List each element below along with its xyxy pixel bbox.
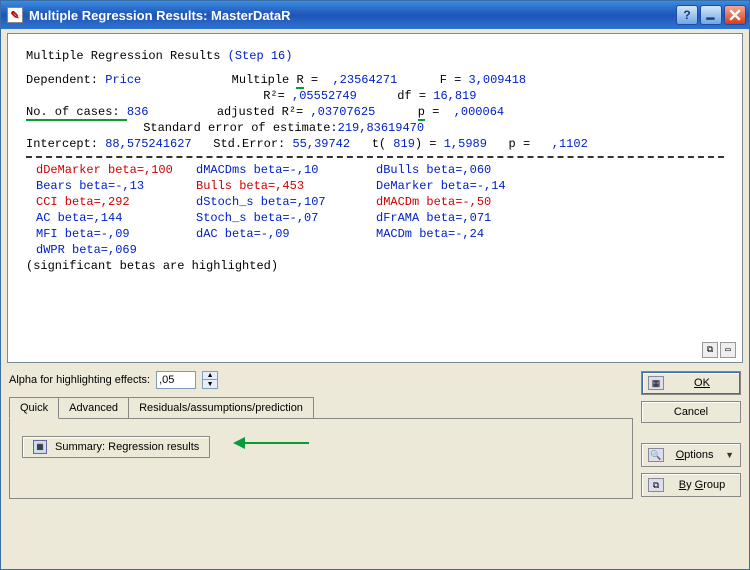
window-title: Multiple Regression Results: MasterDataR — [29, 8, 676, 23]
multiple-r-label: Multiple R = — [232, 73, 333, 89]
adj-r2-label: adjusted R²= — [217, 105, 311, 119]
tab-residuals[interactable]: Residuals/assumptions/prediction — [128, 397, 314, 418]
dependent-value: Price — [105, 73, 141, 87]
titlebar: ✎ Multiple Regression Results: MasterDat… — [1, 1, 749, 29]
beta-cell — [376, 242, 556, 258]
t-df: 819 — [393, 137, 415, 151]
summary-button-label: Summary: Regression results — [55, 441, 199, 453]
alpha-spinner[interactable]: ▲ ▼ — [202, 371, 218, 389]
tab-quick[interactable]: Quick — [9, 397, 59, 419]
bygroup-button[interactable]: ⧉ By Group — [641, 473, 741, 497]
significance-note: (significant betas are highlighted) — [26, 258, 724, 274]
stderr-est-label: Standard error of estimate: — [143, 121, 337, 135]
results-text-area: Multiple Regression Results (Step 16) De… — [7, 33, 743, 363]
stderr-est-value: 219,83619470 — [338, 121, 424, 135]
beta-cell: dFrAMA beta=,071 — [376, 210, 556, 226]
summary-regression-button[interactable]: ▦ Summary: Regression results — [22, 436, 210, 458]
r-squared-value: ,05552749 — [292, 89, 357, 103]
left-panel: Alpha for highlighting effects: ▲ ▼ Quic… — [9, 371, 633, 561]
options-label: Options — [670, 449, 719, 461]
alpha-row: Alpha for highlighting effects: ▲ ▼ — [9, 371, 633, 389]
beta-cell: MACDm beta=-,24 — [376, 226, 556, 242]
beta-cell: DeMarker beta=-,14 — [376, 178, 556, 194]
r-squared-label: R²= — [263, 89, 292, 103]
spinner-down-icon[interactable]: ▼ — [203, 380, 217, 388]
intercept-value: 88,575241627 — [105, 137, 191, 151]
copy-icon[interactable]: ⧉ — [702, 342, 718, 358]
heading-step: (Step 16) — [228, 49, 293, 63]
spreadsheet-icon: ▦ — [648, 376, 664, 390]
beta-cell: dStoch_s beta=,107 — [196, 194, 376, 210]
p2-label: p = — [509, 137, 538, 151]
df-label: df = — [397, 89, 433, 103]
alpha-input[interactable] — [156, 371, 196, 389]
beta-cell: AC beta=,144 — [26, 210, 196, 226]
beta-cell: dBulls beta=,060 — [376, 162, 556, 178]
minimize-button[interactable] — [700, 5, 722, 25]
right-button-panel: ▦ OK Cancel 🔍 Options ▼ ⧉ By Group — [641, 371, 741, 561]
cancel-button[interactable]: Cancel — [641, 401, 741, 423]
p2-value: ,1102 — [552, 137, 588, 151]
annotation-arrow-icon — [231, 435, 311, 454]
beta-cell: Bulls beta=,453 — [196, 178, 376, 194]
cancel-label: Cancel — [648, 406, 734, 418]
p-label: p = — [418, 105, 454, 121]
beta-cell: dMACDm beta=-,50 — [376, 194, 556, 210]
options-icon: 🔍 — [648, 448, 664, 462]
beta-grid: dDeMarker beta=,100dMACDms beta=-,10dBul… — [26, 162, 724, 258]
spinner-up-icon[interactable]: ▲ — [203, 372, 217, 380]
alpha-label: Alpha for highlighting effects: — [9, 374, 150, 386]
spreadsheet-icon: ▦ — [33, 440, 47, 454]
tab-body-quick: ▦ Summary: Regression results — [9, 419, 633, 499]
p-value: ,000064 — [454, 105, 504, 119]
ok-button[interactable]: ▦ OK — [641, 371, 741, 395]
bygroup-label: By Group — [670, 479, 734, 491]
ncases-label: No. of cases: — [26, 105, 127, 121]
app-icon: ✎ — [7, 7, 23, 23]
beta-cell: MFI beta=-,09 — [26, 226, 196, 242]
tab-advanced[interactable]: Advanced — [58, 397, 129, 418]
ncases-value: 836 — [127, 105, 149, 119]
beta-cell: dAC beta=-,09 — [196, 226, 376, 242]
chevron-down-icon: ▼ — [725, 450, 734, 460]
separator-line — [26, 156, 724, 158]
t-label2: ) = — [415, 137, 444, 151]
beta-cell: Stoch_s beta=-,07 — [196, 210, 376, 226]
dependent-label: Dependent: — [26, 73, 105, 87]
beta-cell: CCI beta=,292 — [26, 194, 196, 210]
t-label: t( — [372, 137, 394, 151]
f-value: 3,009418 — [469, 73, 527, 87]
df-value: 16,819 — [433, 89, 476, 103]
beta-cell: dDeMarker beta=,100 — [26, 162, 196, 178]
adj-r2-value: ,03707625 — [310, 105, 375, 119]
ok-label: OK — [670, 377, 734, 389]
lower-panel: Alpha for highlighting effects: ▲ ▼ Quic… — [1, 365, 749, 569]
multiple-r-value: ,23564271 — [332, 73, 397, 87]
heading-prefix: Multiple Regression Results — [26, 49, 228, 63]
help-button[interactable]: ? — [676, 5, 698, 25]
beta-cell: dWPR beta=,069 — [26, 242, 196, 258]
stderr-value: 55,39742 — [292, 137, 350, 151]
stderr-label: Std.Error: — [213, 137, 292, 151]
close-button[interactable] — [724, 5, 746, 25]
t-value: 1,5989 — [444, 137, 487, 151]
beta-cell: Bears beta=-,13 — [26, 178, 196, 194]
group-icon: ⧉ — [648, 478, 664, 492]
window-controls: ? — [676, 5, 746, 25]
dialog-window: ✎ Multiple Regression Results: MasterDat… — [0, 0, 750, 570]
f-label: F = — [440, 73, 469, 87]
beta-cell — [196, 242, 376, 258]
expand-icon[interactable]: ▭ — [720, 342, 736, 358]
tab-strip: Quick Advanced Residuals/assumptions/pre… — [9, 397, 633, 419]
intercept-label: Intercept: — [26, 137, 105, 151]
options-button[interactable]: 🔍 Options ▼ — [641, 443, 741, 467]
beta-cell: dMACDms beta=-,10 — [196, 162, 376, 178]
